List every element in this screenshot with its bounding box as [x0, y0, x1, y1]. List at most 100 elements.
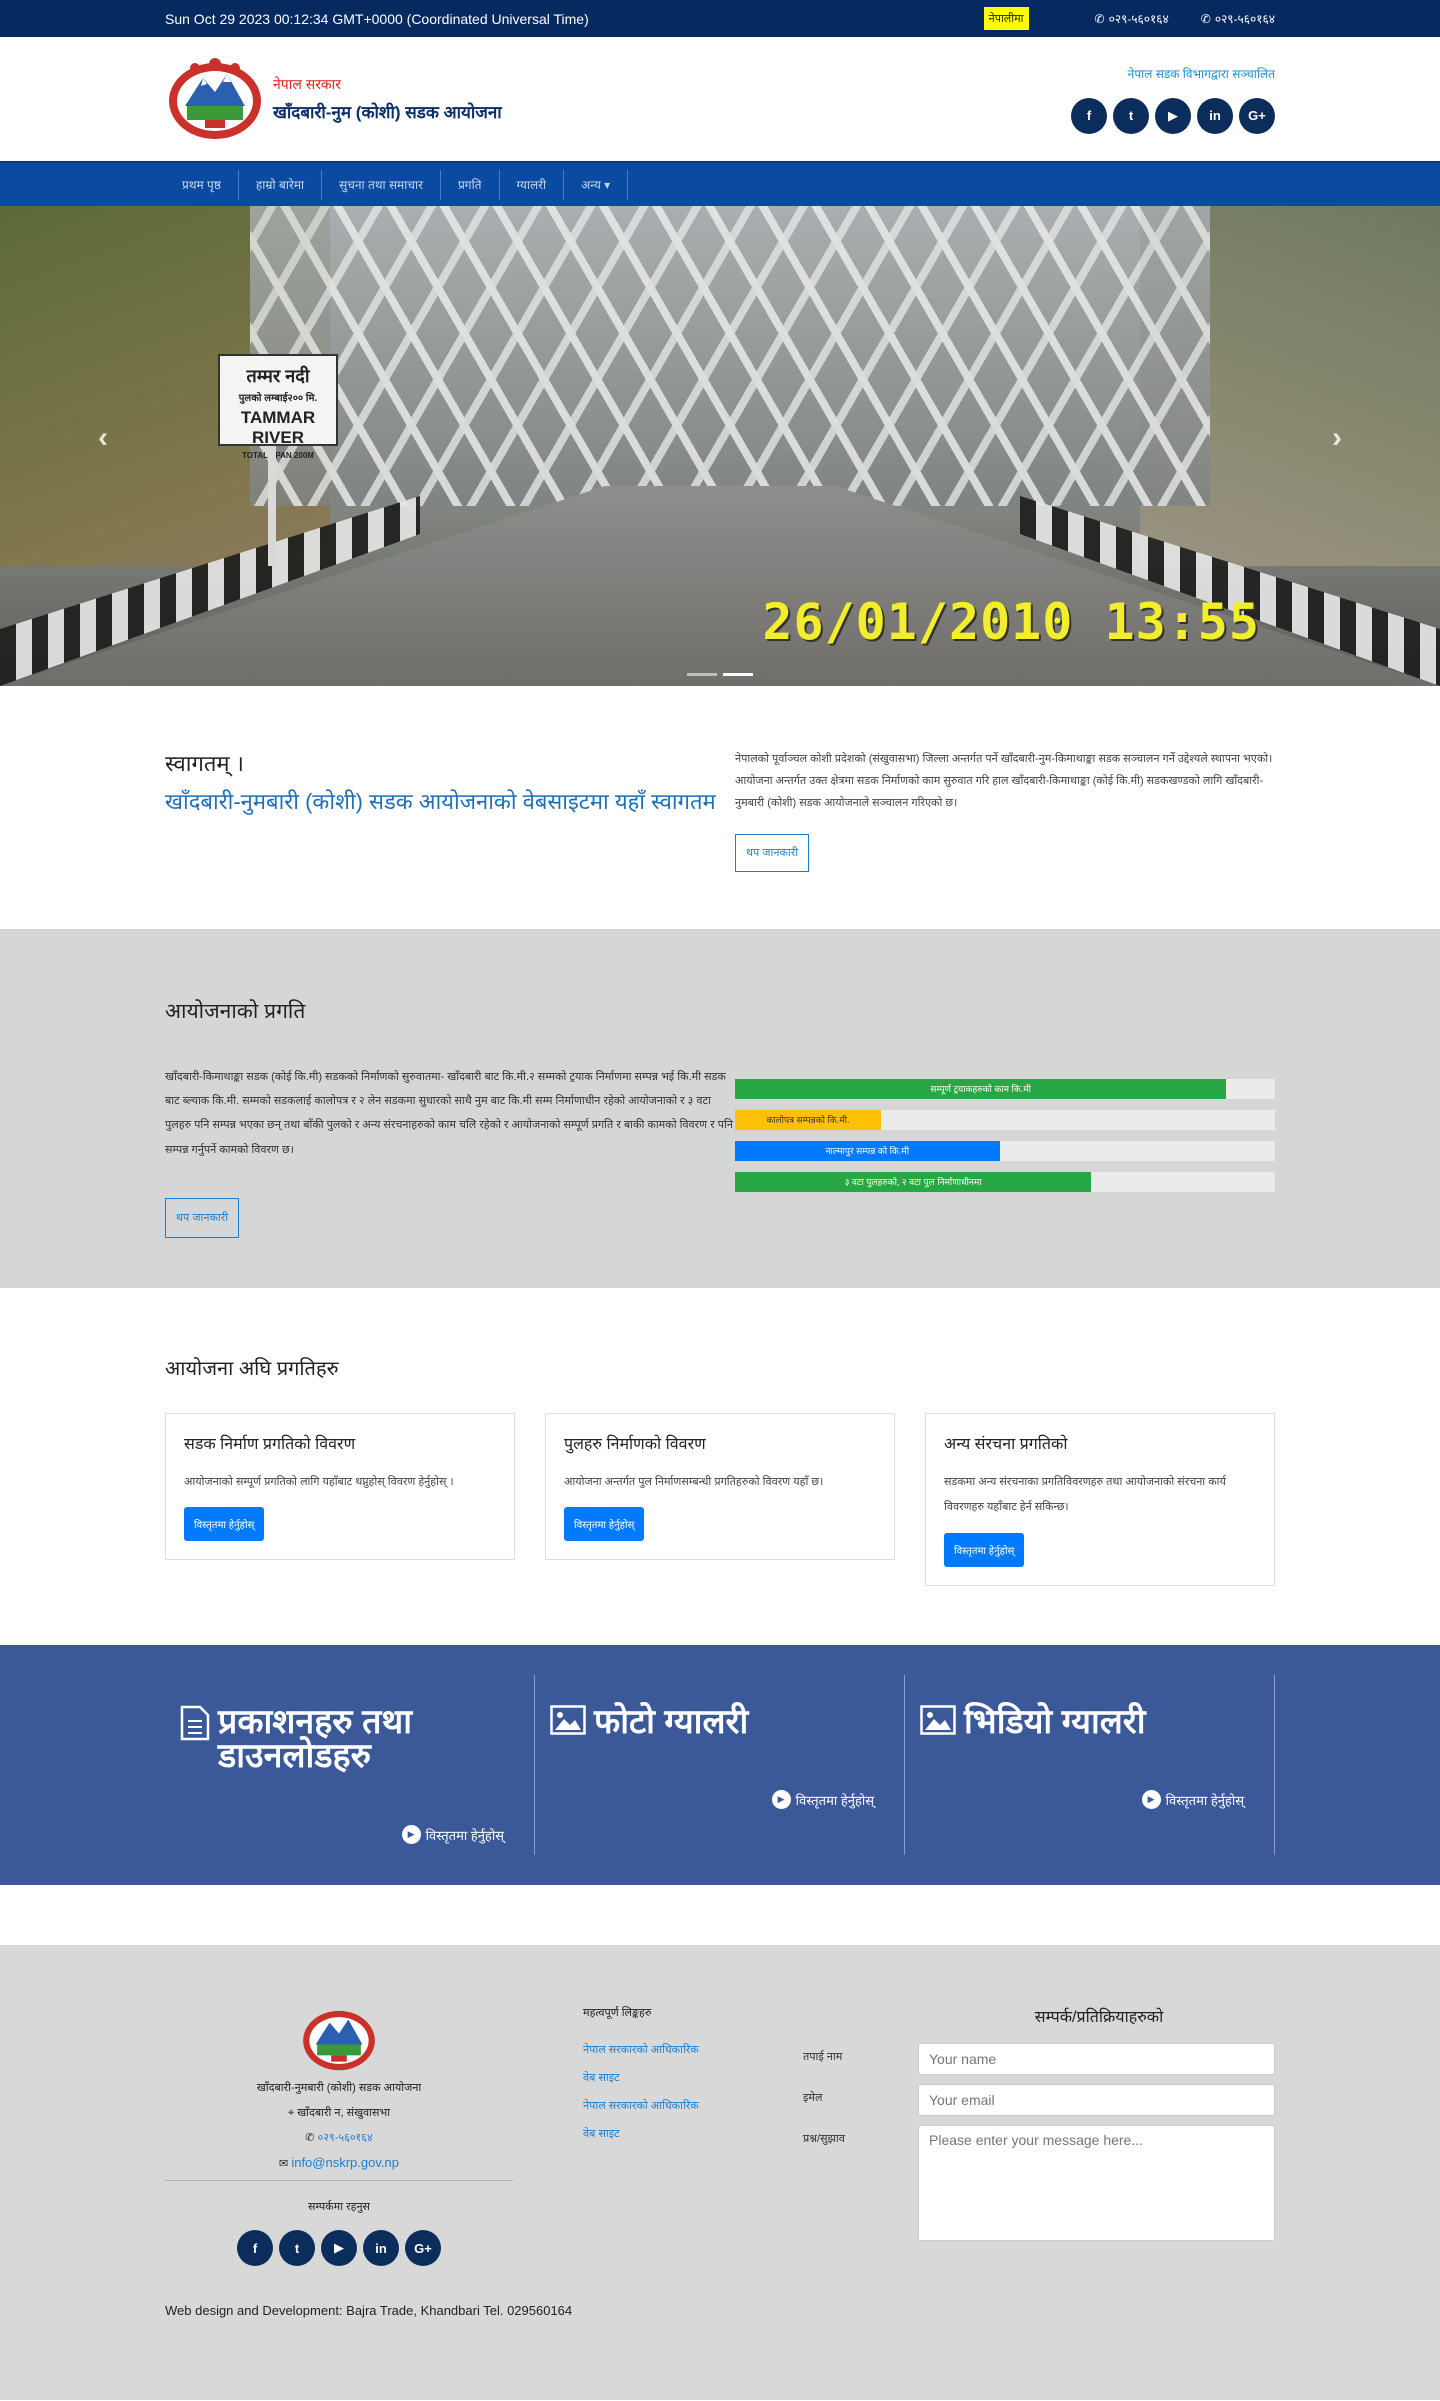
welcome-heading-block: स्वागतम् । खाँदबारी-नुमबारी (कोशी) सडक आ… [165, 748, 735, 872]
slide-sign-pole [268, 446, 276, 566]
footer-credits: Web design and Development: Bajra Trade,… [165, 2303, 573, 2318]
linkedin-icon[interactable]: in [1197, 97, 1233, 134]
government-label: नेपाल सरकार [273, 76, 342, 92]
play-circle-icon: ▶ [401, 1825, 421, 1844]
carousel-indicator-2[interactable] [723, 673, 753, 676]
phone-icon: ✆ [1200, 11, 1211, 26]
sign-line-2: पुलको लम्बाई२०० मि. [238, 393, 318, 404]
play-circle-icon: ▶ [771, 1790, 791, 1809]
carousel-indicators [687, 673, 753, 676]
phone-contact-2[interactable]: ✆ ०२९-५६०१६४ [1201, 10, 1275, 27]
language-toggle-badge[interactable]: नेपालीमा [983, 7, 1029, 30]
footer-divider [165, 2180, 513, 2181]
progress-bars: सम्पूर्ण ट्रयाकहरुको काम कि.मी कालोपत्र स… [735, 1065, 1275, 1238]
photo-gallery-title: फोटो ग्यालरी [594, 1703, 749, 1741]
phone-contact-1[interactable]: ✆ ०२९-५६०१६४ [1095, 10, 1169, 27]
welcome-section: स्वागतम् । खाँदबारी-नुमबारी (कोशी) सडक आ… [0, 686, 1440, 929]
facebook-icon[interactable]: f [1071, 97, 1107, 134]
project-card-text: सडकमा अन्य संरचनाका प्रगतिविवरणहरु तथा आ… [944, 1476, 1226, 1514]
name-field[interactable] [918, 2043, 1275, 2075]
name-label: तपाई नाम [803, 2051, 843, 2063]
carousel-indicator-1[interactable] [687, 673, 717, 676]
footer-link[interactable]: नेपाल सरकारको आधिकारिक [583, 2042, 803, 2057]
hero-carousel: तम्मर नदी पुलको लम्बाई२०० मि. TAMMAR RIV… [0, 206, 1440, 686]
nav-home[interactable]: प्रथम पृष्ठ [165, 169, 239, 200]
progress-paragraph: खाँदबारी-किमाथाङ्का सडक (कोई कि.मी) सडकक… [165, 1071, 733, 1156]
phone-icon: ✆ [1094, 11, 1105, 26]
footer-contact-info: खाँदबारी-नुमबारी (कोशी) सडक आयोजना ⌖ खाँ… [165, 2005, 513, 2286]
twitter-icon[interactable]: t [1113, 97, 1149, 134]
message-field[interactable] [918, 2125, 1275, 2241]
project-card-text: आयोजनाको सम्पूर्ण प्रगतिको लागि यहाँबाट … [184, 1476, 454, 1488]
footer-links-heading: महत्वपूर्ण लिङ्कहरु [583, 2007, 652, 2019]
project-card-button[interactable]: विस्तृतमा हेर्नुहोस् [564, 1507, 645, 1542]
footer-email-address: info@nskrp.gov.np [291, 2155, 399, 2170]
progress-bar-fill: कालोपत्र सम्पन्नको कि.मी. [735, 1110, 881, 1130]
sign-line-4: TOTAL SPAN 200M [242, 451, 314, 460]
progress-heading: आयोजनाको प्रगति [165, 1000, 306, 1023]
email-label: इमेल [803, 2092, 823, 2104]
progress-bar-fill: ३ वटा पुलहरुको, २ वटा पुल निर्माणाधीनमा [735, 1172, 1092, 1192]
carousel-next-icon[interactable]: › [1332, 421, 1342, 455]
footer-link[interactable]: वेब साइट [583, 2126, 803, 2141]
twitter-icon[interactable]: t [279, 2230, 315, 2266]
media-section: प्रकाशनहरु तथा डाउनलोडहरु ▶ विस्तृतमा हे… [0, 1645, 1440, 1885]
video-gallery-title: भिडियो ग्यालरी [964, 1703, 1146, 1741]
welcome-more-button[interactable]: थप जानकारी [735, 834, 810, 872]
project-card-text: आयोजना अन्तर्गत पुल निर्माणसम्बन्धी प्रग… [564, 1476, 824, 1488]
progress-bar: नाल्मापुर सम्पन्न को कि.मी [735, 1141, 1275, 1161]
current-datetime: Sun Oct 29 2023 00:12:34 GMT+0000 (Coord… [165, 10, 589, 27]
google-plus-icon[interactable]: G+ [405, 2230, 441, 2266]
phone-number-1: ०२९-५६०१६४ [1108, 12, 1169, 26]
photo-gallery-column: फोटो ग्यालरी ▶ विस्तृतमा हेर्नुहोस् [535, 1675, 905, 1855]
progress-more-button[interactable]: थप जानकारी [165, 1197, 240, 1238]
chevron-down-icon: ▾ [604, 177, 611, 192]
video-gallery-more-link[interactable]: ▶ विस्तृतमा हेर्नुहोस् [1141, 1790, 1244, 1809]
nav-news[interactable]: सुचना तथा समाचार [322, 169, 441, 200]
nav-about[interactable]: हाम्रो बारेमा [239, 169, 323, 200]
nav-progress[interactable]: प्रगति [441, 169, 500, 200]
carousel-prev-icon[interactable]: ‹ [98, 421, 108, 455]
nav-gallery[interactable]: ग्यालरी [500, 169, 565, 200]
project-card-title: अन्य संरचना प्रगतिको [944, 1436, 1068, 1453]
footer-phone[interactable]: ✆ ०२९-५६०१६४ [165, 2130, 513, 2145]
footer-emblem-logo [303, 2010, 375, 2071]
progress-bar-fill: नाल्मापुर सम्पन्न को कि.मी [735, 1141, 1000, 1161]
downloads-more-link[interactable]: ▶ विस्तृतमा हेर्नुहोस् [401, 1825, 504, 1844]
header-right: नेपाल सडक विभागद्वारा सञ्चालित f t ▶ in … [1071, 65, 1275, 134]
youtube-icon[interactable]: ▶ [1155, 97, 1191, 134]
nav-other-dropdown[interactable]: अन्य ▾ [564, 169, 629, 200]
downloads-title: प्रकाशनहरु तथा डाउनलोडहरु [218, 1703, 412, 1775]
footer-email[interactable]: ✉ info@nskrp.gov.np [165, 2155, 513, 2170]
email-field[interactable] [918, 2084, 1275, 2116]
project-card-button[interactable]: विस्तृतमा हेर्नुहोस् [184, 1507, 265, 1542]
map-marker-icon: ⌖ [287, 2107, 298, 2119]
progress-bar: कालोपत्र सम्पन्नको कि.मी. [735, 1110, 1275, 1130]
footer-links: महत्वपूर्ण लिङ्कहरु नेपाल सरकारको आधिकार… [513, 2005, 803, 2286]
project-card-button[interactable]: विस्तृतमा हेर्नुहोस् [944, 1532, 1025, 1567]
progress-text-block: खाँदबारी-किमाथाङ्का सडक (कोई कि.मी) सडकक… [165, 1065, 735, 1238]
youtube-icon[interactable]: ▶ [321, 2230, 357, 2266]
sign-line-1: तम्मर नदी [246, 366, 310, 386]
footer-phone-number: ०२९-५६०१६४ [317, 2132, 373, 2144]
play-circle-icon: ▶ [1141, 1790, 1161, 1809]
google-plus-icon[interactable]: G+ [1239, 97, 1275, 134]
footer-link[interactable]: वेब साइट [583, 2070, 803, 2085]
phone-number-2: ०२९-५६०१६४ [1214, 12, 1275, 26]
photo-gallery-more-link[interactable]: ▶ विस्तृतमा हेर्नुहोस् [771, 1790, 874, 1809]
project-card-title: पुलहरु निर्माणको विवरण [564, 1436, 706, 1453]
project-card: पुलहरु निर्माणको विवरण आयोजना अन्तर्गत प… [545, 1413, 895, 1561]
project-card: अन्य संरचना प्रगतिको सडकमा अन्य संरचनाका… [925, 1413, 1275, 1586]
footer-link[interactable]: नेपाल सरकारको आधिकारिक [583, 2098, 803, 2113]
nepal-emblem-logo[interactable] [165, 56, 265, 142]
linkedin-icon[interactable]: in [363, 2230, 399, 2266]
contact-form: सम्पर्क/प्रतिक्रियाहरुको तपाई नाम इमेल प… [803, 2005, 1275, 2286]
facebook-icon[interactable]: f [237, 2230, 273, 2266]
welcome-small-heading: स्वागतम् । [165, 751, 245, 776]
office-name: खाँदबारी-नुम (कोशी) सडक आयोजना [273, 103, 502, 122]
main-navbar: प्रथम पृष्ठ हाम्रो बारेमा सुचना तथा समाच… [0, 161, 1440, 206]
video-gallery-column: भिडियो ग्यालरी ▶ विस्तृतमा हेर्नुहोस् [905, 1675, 1275, 1855]
projects-heading: आयोजना अघि प्रगतिहरु [165, 1358, 339, 1380]
projects-section: आयोजना अघि प्रगतिहरु सडक निर्माण प्रगतिक… [0, 1288, 1440, 1645]
organization-title: नेपाल सरकार खाँदबारी-नुम (कोशी) सडक आयोज… [273, 75, 502, 123]
